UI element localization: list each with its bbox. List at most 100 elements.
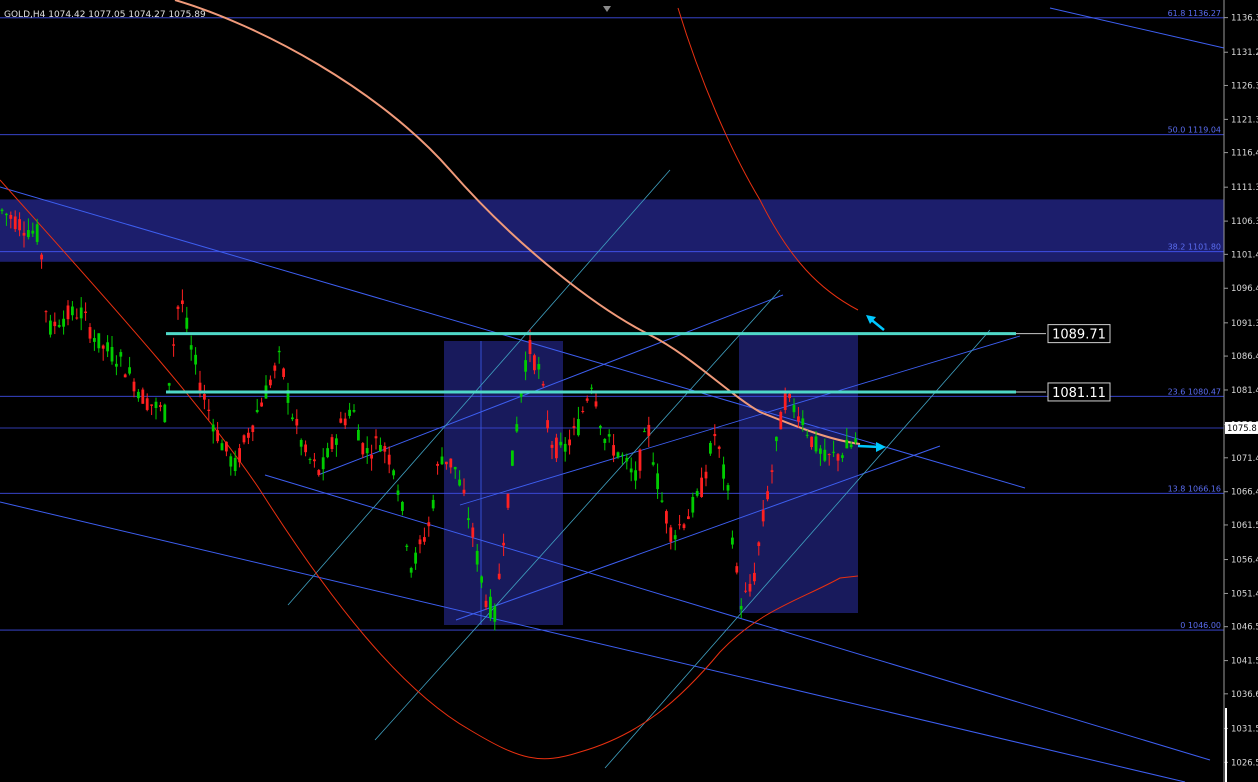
candle-body: [401, 501, 404, 511]
candle-body: [13, 216, 17, 230]
candle-body: [106, 342, 109, 352]
candle-body: [216, 430, 219, 442]
candle-body: [458, 479, 461, 486]
candle-body: [550, 444, 554, 448]
candle-body: [695, 491, 699, 496]
candle-body: [704, 471, 708, 479]
candle-body: [651, 462, 655, 465]
candle-body: [172, 344, 175, 346]
candle-body: [823, 449, 827, 461]
candle-body: [370, 454, 373, 459]
candle-body: [409, 567, 413, 573]
candle-body: [506, 493, 510, 508]
candle-body: [414, 552, 417, 564]
candle-body: [242, 435, 246, 443]
candle-body: [766, 491, 769, 500]
candle-body: [440, 456, 444, 465]
candle-body: [669, 527, 673, 542]
candle-body: [805, 434, 809, 436]
candle-body: [207, 409, 211, 412]
candle-body: [176, 306, 180, 309]
fib-level-label: 61.8 1136.27: [1168, 9, 1221, 18]
candle-body: [220, 443, 224, 451]
candle-body: [731, 537, 734, 545]
candle-body: [211, 424, 215, 432]
candle-body: [722, 464, 725, 479]
candle-body: [621, 454, 624, 456]
candle-body: [57, 324, 61, 327]
candle-body: [603, 439, 607, 443]
candle-body: [145, 398, 149, 410]
candle-body: [761, 510, 765, 522]
price-tick-label: 1066.4: [1231, 488, 1258, 498]
candle-body: [5, 213, 8, 216]
price-tick-label: 1101.4: [1231, 250, 1258, 260]
candle-body: [528, 339, 532, 355]
candle-body: [431, 499, 435, 509]
candle-body: [590, 387, 593, 389]
candle-body: [753, 572, 756, 582]
candle-body: [735, 566, 739, 573]
candle-body: [779, 411, 783, 430]
candle-body: [198, 382, 202, 391]
candle: [511, 450, 514, 467]
candle-body: [427, 522, 431, 527]
candle-body: [374, 436, 378, 439]
candle-body: [713, 433, 717, 437]
candle-body: [35, 224, 39, 242]
candle-body: [484, 600, 488, 608]
candle-body: [119, 352, 123, 357]
candle-body: [110, 346, 114, 362]
chart-area[interactable]: 61.8 1136.27 50.0 1119.04 38.2 1101.80 23.6…: [0, 0, 1258, 782]
candle-body: [115, 363, 118, 367]
candle-body: [493, 606, 497, 622]
candle-body: [546, 420, 549, 429]
candle-body: [53, 321, 57, 327]
candle-body: [572, 426, 576, 429]
candle-body: [678, 524, 681, 526]
candle-body: [203, 394, 206, 400]
price-tick-label: 1056.4: [1231, 556, 1258, 566]
price-tick-label: 1086.4: [1231, 352, 1258, 362]
candle-body: [568, 439, 571, 446]
candle-body: [744, 590, 747, 592]
fib-level-label: 50.0 1119.04: [1168, 126, 1221, 135]
candle-body: [717, 446, 721, 449]
candle-body: [396, 490, 400, 495]
candle-body: [330, 437, 334, 449]
candle-body: [788, 393, 791, 399]
candle-body: [326, 448, 329, 458]
candle-body: [343, 418, 347, 426]
current-price-label: 1075.8: [1227, 424, 1257, 434]
candle: [555, 433, 558, 463]
price-tick-label: 1061.5: [1231, 521, 1258, 531]
price-chart[interactable]: 61.8 1136.27 50.0 1119.04 38.2 1101.80 23.6…: [0, 0, 1258, 782]
candle-body: [295, 418, 299, 426]
candle-body: [462, 489, 466, 494]
candle-body: [75, 317, 79, 319]
candle-body: [291, 417, 294, 420]
candle-body: [313, 459, 316, 462]
candle-body: [533, 355, 536, 371]
candle-body: [357, 429, 360, 441]
price-tick-label: 1031.5: [1231, 724, 1258, 734]
price-tick-label: 1041.5: [1231, 657, 1258, 667]
candle-body: [79, 307, 83, 319]
candle-body: [418, 539, 422, 545]
candle-body: [317, 470, 321, 475]
price-tick-label: 1131.2: [1231, 48, 1258, 58]
candle-body: [379, 445, 382, 452]
candle-body: [594, 401, 598, 407]
candle-body: [49, 320, 52, 335]
candle-body: [819, 448, 822, 454]
candle-body: [181, 300, 184, 305]
candle-body: [273, 365, 277, 371]
candle-body: [308, 459, 312, 461]
candle-body: [277, 350, 281, 353]
candle-body: [44, 311, 48, 313]
candle-body: [299, 439, 303, 447]
candle-body: [132, 381, 136, 392]
price-tick-label: 1136.3: [1231, 14, 1258, 24]
candle-body: [673, 535, 677, 540]
candle-body: [423, 537, 426, 542]
